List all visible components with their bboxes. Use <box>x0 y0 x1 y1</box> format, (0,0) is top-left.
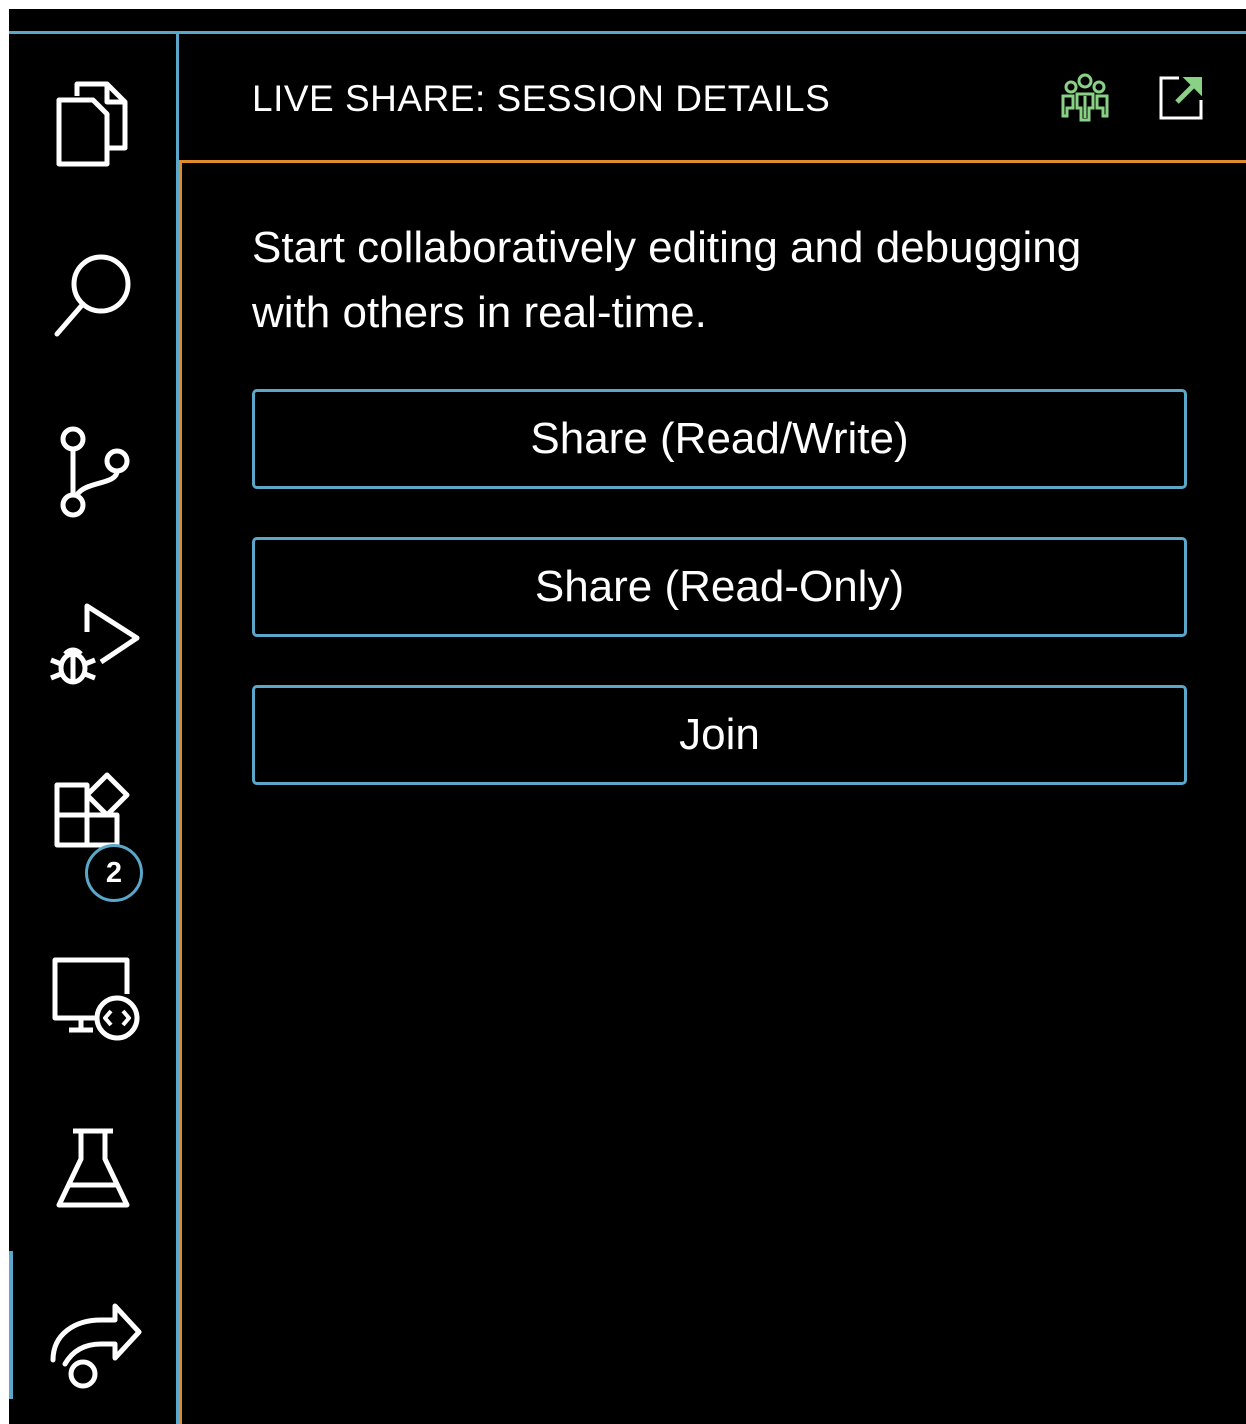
live-share-icon <box>50 1303 141 1389</box>
activity-bar: 2 <box>9 34 176 1424</box>
testing-flask-icon <box>56 1128 129 1208</box>
run-debug-icon <box>49 603 139 685</box>
active-item-indicator <box>9 1251 13 1399</box>
extensions-badge: 2 <box>85 844 143 902</box>
search-icon <box>54 254 130 337</box>
open-external-button[interactable] <box>1153 70 1209 126</box>
activity-live-share[interactable] <box>9 1271 176 1421</box>
files-icon <box>56 81 127 167</box>
source-control-icon <box>60 426 129 518</box>
share-read-write-button[interactable]: Share (Read/Write) <box>252 389 1187 489</box>
join-button[interactable]: Join <box>252 685 1187 785</box>
remote-explorer-icon <box>52 957 139 1041</box>
panel-header: LIVE SHARE: SESSION DETAILS <box>179 34 1246 160</box>
activity-explorer[interactable] <box>9 49 176 199</box>
vscode-window: 2 LIVE SHARE: SESSION DETAILS Start coll… <box>9 9 1246 1424</box>
activity-testing[interactable] <box>9 1096 176 1246</box>
panel-title: LIVE SHARE: SESSION DETAILS <box>252 78 831 119</box>
panel-body: Start collaboratively editing and debugg… <box>179 160 1246 1424</box>
activity-search[interactable] <box>9 221 176 371</box>
activity-source-control[interactable] <box>9 396 176 546</box>
activity-remote-explorer[interactable] <box>9 921 176 1071</box>
open-external-icon <box>1159 76 1203 120</box>
live-share-people-button[interactable] <box>1057 70 1113 126</box>
intro-text: Start collaboratively editing and debugg… <box>252 223 1082 337</box>
activity-run-debug[interactable] <box>9 571 176 721</box>
live-share-people-icon <box>1061 73 1109 122</box>
share-read-only-button[interactable]: Share (Read-Only) <box>252 537 1187 637</box>
